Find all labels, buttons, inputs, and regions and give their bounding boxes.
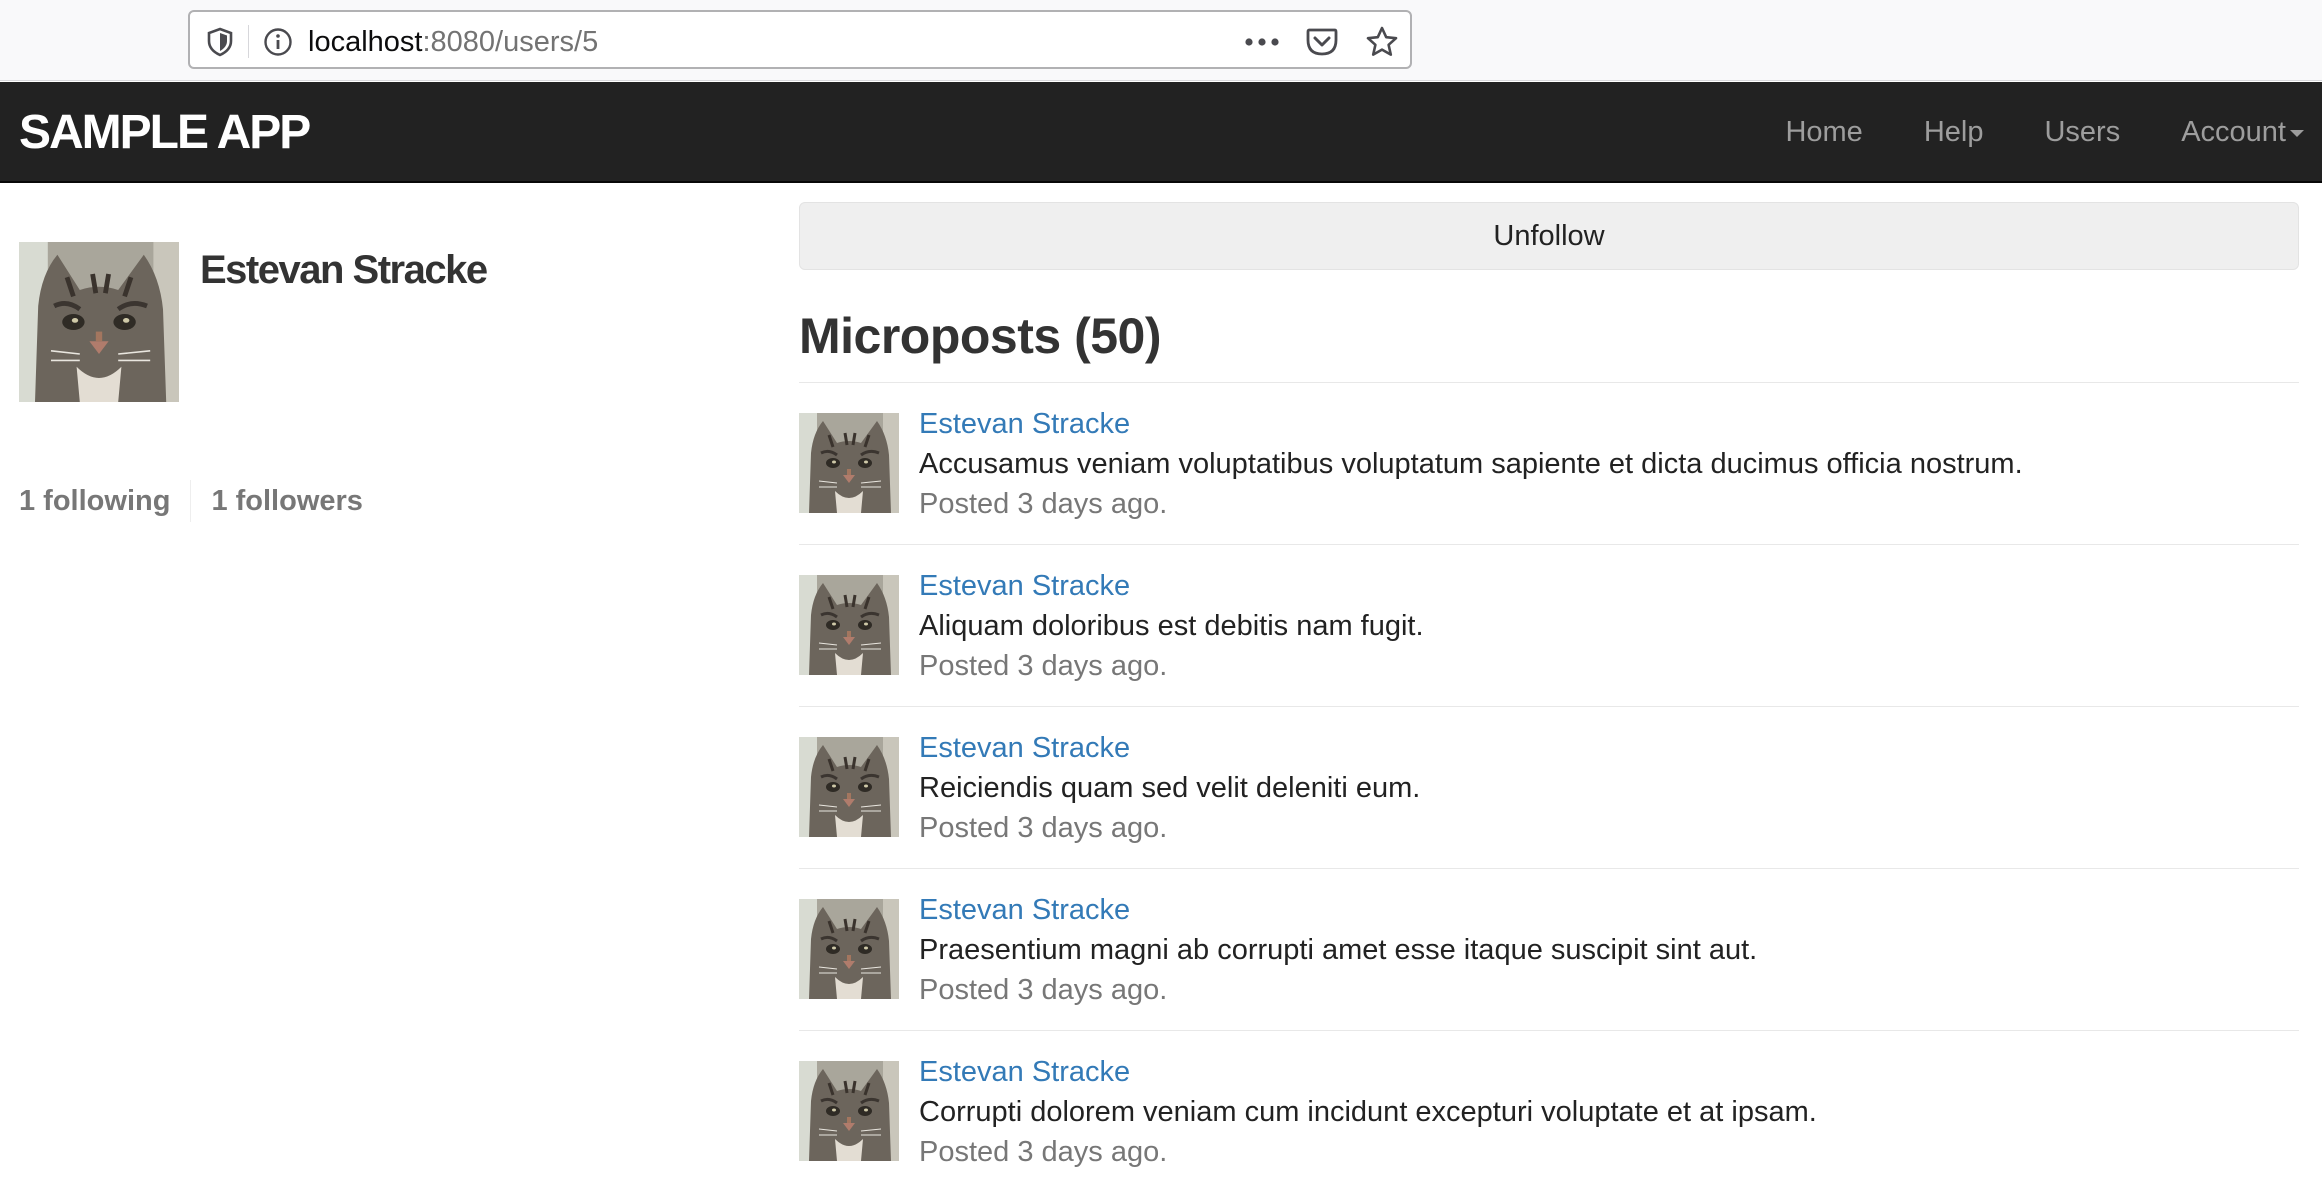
- nav-links: Home Help Users Account: [1724, 82, 2304, 181]
- micropost-item: Estevan Stracke Corrupti dolorem veniam …: [799, 1031, 2299, 1180]
- micropost-user-link[interactable]: Estevan Stracke: [919, 1055, 1130, 1089]
- url-text[interactable]: localhost:8080/users/5: [308, 25, 598, 59]
- nav-help-link[interactable]: Help: [1924, 115, 1984, 149]
- micropost-timestamp: Posted 3 days ago.: [919, 812, 1168, 844]
- star-icon[interactable]: [1364, 25, 1400, 59]
- micropost-user-link[interactable]: Estevan Stracke: [919, 893, 1130, 927]
- address-bar-divider: [248, 25, 249, 58]
- stats-divider: [190, 480, 192, 522]
- microposts-heading: Microposts (50): [799, 308, 1162, 364]
- micropost-timestamp: Posted 3 days ago.: [919, 488, 1168, 520]
- micropost-content: Praesentium magni ab corrupti amet esse …: [919, 934, 1758, 966]
- micropost-user-link[interactable]: Estevan Stracke: [919, 407, 1130, 441]
- followers-link[interactable]: 1 followers: [211, 480, 363, 522]
- url-path: :8080/users/5: [422, 26, 599, 58]
- profile-name: Estevan Stracke: [200, 248, 488, 292]
- browser-toolbar: localhost:8080/users/5: [0, 0, 2322, 81]
- shield-icon[interactable]: [204, 26, 236, 58]
- following-link[interactable]: 1 following: [19, 480, 170, 522]
- profile-stats: 1 following 1 followers: [19, 480, 363, 522]
- profile-avatar: [19, 242, 179, 402]
- caret-down-icon: [2290, 129, 2304, 137]
- micropost-content: Corrupti dolorem veniam cum incidunt exc…: [919, 1096, 1817, 1128]
- page-actions: [1244, 25, 1400, 59]
- micropost-content: Accusamus veniam voluptatibus voluptatum…: [919, 448, 2023, 480]
- micropost-avatar[interactable]: [799, 413, 899, 513]
- micropost-item: Estevan Stracke Reiciendis quam sed veli…: [799, 707, 2299, 869]
- micropost-item: Estevan Stracke Aliquam doloribus est de…: [799, 545, 2299, 707]
- micropost-avatar[interactable]: [799, 1061, 899, 1161]
- micropost-timestamp: Posted 3 days ago.: [919, 974, 1168, 1006]
- pocket-icon[interactable]: [1304, 25, 1340, 59]
- micropost-avatar[interactable]: [799, 737, 899, 837]
- micropost-content: Aliquam doloribus est debitis nam fugit.: [919, 610, 1424, 642]
- micropost-user-link[interactable]: Estevan Stracke: [919, 569, 1130, 603]
- info-icon[interactable]: [262, 26, 294, 58]
- micropost-timestamp: Posted 3 days ago.: [919, 650, 1168, 682]
- nav-account-dropdown[interactable]: Account: [2181, 115, 2304, 149]
- microposts-list: Estevan Stracke Accusamus veniam volupta…: [799, 383, 2299, 1180]
- more-icon[interactable]: [1244, 25, 1280, 59]
- app-navbar: SAMPLE APP Home Help Users Account: [0, 82, 2322, 183]
- address-bar[interactable]: localhost:8080/users/5: [188, 10, 1412, 69]
- nav-users-link[interactable]: Users: [2044, 115, 2120, 149]
- micropost-user-link[interactable]: Estevan Stracke: [919, 731, 1130, 765]
- micropost-item: Estevan Stracke Accusamus veniam volupta…: [799, 383, 2299, 545]
- micropost-avatar[interactable]: [799, 899, 899, 999]
- micropost-timestamp: Posted 3 days ago.: [919, 1136, 1168, 1168]
- micropost-content: Reiciendis quam sed velit deleniti eum.: [919, 772, 1421, 804]
- url-host: localhost: [308, 26, 423, 58]
- main-content: Unfollow Microposts (50) Estevan Stracke…: [799, 202, 2299, 1180]
- micropost-avatar[interactable]: [799, 575, 899, 675]
- micropost-item: Estevan Stracke Praesentium magni ab cor…: [799, 869, 2299, 1031]
- logo-link[interactable]: SAMPLE APP: [19, 108, 311, 158]
- nav-account-label: Account: [2181, 115, 2286, 148]
- nav-home-link[interactable]: Home: [1785, 115, 1862, 149]
- unfollow-button[interactable]: Unfollow: [799, 202, 2299, 270]
